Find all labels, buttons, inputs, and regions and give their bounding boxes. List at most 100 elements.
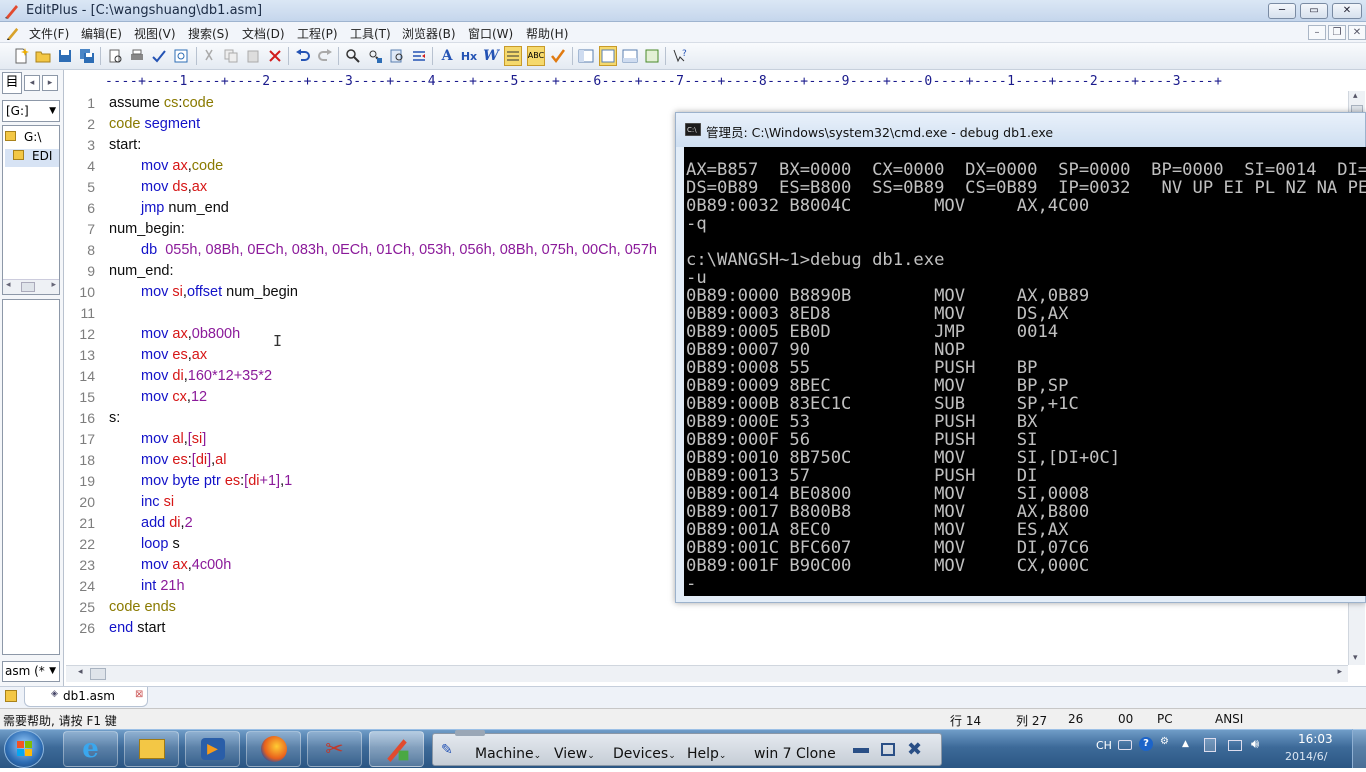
check-icon[interactable] — [549, 46, 567, 66]
menu-view[interactable]: 视图(V) — [131, 24, 179, 43]
code-token: start — [137, 620, 166, 636]
mdi-close-button[interactable]: ✕ — [1348, 25, 1366, 40]
save-all-icon[interactable] — [78, 46, 96, 66]
line-numbers-icon[interactable] — [504, 46, 522, 66]
tab-db1-asm[interactable]: ◈ db1.asm ⊠ — [24, 687, 148, 707]
copy-icon[interactable] — [222, 46, 240, 66]
menu-search[interactable]: 搜索(S) — [185, 24, 232, 43]
code-token: num_begin — [226, 284, 298, 300]
tree-hscrollbar[interactable]: ◂ ▸ — [3, 279, 59, 294]
language-indicator[interactable]: CH — [1096, 739, 1112, 752]
font-icon[interactable]: A — [438, 46, 456, 66]
print-preview-icon[interactable] — [106, 46, 124, 66]
menu-project[interactable]: 工程(P) — [294, 24, 341, 43]
directory-window-icon[interactable] — [577, 46, 595, 66]
media-player-taskbar-button[interactable]: ▶ — [185, 731, 240, 767]
menu-file[interactable]: 文件(F) — [26, 24, 72, 43]
drive-select[interactable]: [G:] ▼ — [2, 100, 60, 122]
fullscreen-icon[interactable] — [643, 46, 661, 66]
hscroll-thumb[interactable] — [90, 668, 106, 680]
ime-settings-icon[interactable]: ⚙ — [1160, 736, 1169, 747]
help-icon[interactable]: ? — [1139, 737, 1153, 751]
cmd-title-bar[interactable]: C:\ 管理员: C:\Windows\system32\cmd.exe - d… — [676, 113, 1365, 147]
paste-icon[interactable] — [244, 46, 262, 66]
folder-item[interactable]: G:\ — [5, 130, 59, 148]
snipping-tool-taskbar-button[interactable]: ✂ — [307, 731, 362, 767]
file-filter-select[interactable]: asm (* ▼ — [2, 661, 60, 682]
clock-date[interactable]: 2014/6/ — [1285, 750, 1327, 763]
clock-time[interactable]: 16:03 — [1298, 732, 1333, 746]
start-button[interactable] — [4, 730, 44, 768]
context-help-icon[interactable]: ? — [671, 46, 689, 66]
scroll-up-icon[interactable]: ▴ — [1353, 91, 1358, 101]
menu-tools[interactable]: 工具(T) — [347, 24, 394, 43]
vm-restore-icon[interactable] — [881, 743, 895, 756]
cmd-console[interactable]: AX=B857 BX=0000 CX=0000 DX=0000 SP=0000 … — [684, 147, 1366, 596]
delete-icon[interactable] — [266, 46, 284, 66]
folder-item[interactable]: EDI — [5, 149, 59, 167]
menu-window[interactable]: 窗口(W) — [465, 24, 516, 43]
code-token: di — [172, 368, 184, 384]
console-line: -q — [686, 214, 707, 234]
keyboard-icon[interactable] — [1118, 740, 1132, 750]
firefox-taskbar-button[interactable] — [246, 731, 301, 767]
tab-left-arrow[interactable]: ◂ — [24, 75, 40, 91]
device-icon[interactable] — [1204, 738, 1216, 752]
cmd-window[interactable]: C:\ 管理员: C:\Windows\system32\cmd.exe - d… — [675, 112, 1366, 603]
code-token: assume — [109, 95, 164, 111]
vm-menu-devices[interactable]: Devices⌄ — [613, 746, 676, 762]
open-file-icon[interactable] — [34, 46, 52, 66]
tab-right-arrow[interactable]: ▸ — [42, 75, 58, 91]
mdi-minimize-button[interactable]: – — [1308, 25, 1326, 40]
find-icon[interactable] — [344, 46, 362, 66]
pin-icon[interactable]: ✎ — [441, 742, 453, 758]
menu-document[interactable]: 文档(D) — [239, 24, 288, 43]
minimize-button[interactable]: ─ — [1268, 3, 1296, 19]
vm-minimize-icon[interactable] — [853, 748, 869, 753]
spellcheck-icon[interactable] — [150, 46, 168, 66]
vm-menu-machine[interactable]: Machine⌄ — [475, 746, 541, 762]
volume-icon[interactable]: 🔊︎ — [1251, 737, 1259, 752]
replace-icon[interactable] — [366, 46, 384, 66]
close-button[interactable]: ✕ — [1332, 3, 1362, 19]
directory-tab[interactable]: 目 — [2, 72, 22, 94]
vm-menu-help[interactable]: Help⌄ — [687, 746, 726, 762]
network-icon[interactable] — [1228, 740, 1242, 751]
ruler-toggle-icon[interactable]: ABC — [527, 46, 545, 66]
output-window-icon[interactable] — [621, 46, 639, 66]
cliptext-window-icon[interactable] — [599, 46, 617, 66]
cut-icon[interactable] — [200, 46, 218, 66]
find-in-files-icon[interactable] — [388, 46, 406, 66]
goto-line-icon[interactable] — [410, 46, 428, 66]
menu-browser[interactable]: 浏览器(B) — [399, 24, 459, 43]
maximize-button[interactable]: ▭ — [1300, 3, 1328, 19]
print-icon[interactable] — [128, 46, 146, 66]
redo-icon[interactable] — [316, 46, 334, 66]
ie-taskbar-button[interactable]: e — [63, 731, 118, 767]
scroll-left-icon[interactable]: ◂ — [78, 667, 83, 677]
show-desktop-button[interactable] — [1352, 729, 1366, 768]
vm-menu-view[interactable]: View⌄ — [554, 746, 595, 762]
scroll-down-icon[interactable]: ▾ — [1353, 653, 1358, 663]
word-wrap-icon[interactable]: W — [482, 46, 500, 66]
menu-edit[interactable]: 编辑(E) — [78, 24, 125, 43]
browser-icon[interactable] — [172, 46, 190, 66]
tab-close-icon[interactable]: ⊠ — [135, 689, 143, 700]
new-file-icon[interactable] — [12, 46, 30, 66]
scroll-right-icon[interactable]: ▸ — [1337, 667, 1342, 677]
console-line: - — [686, 574, 697, 594]
editplus-taskbar-button[interactable] — [369, 731, 424, 767]
line-number: 1 — [87, 95, 95, 111]
menu-help[interactable]: 帮助(H) — [523, 24, 571, 43]
mdi-restore-button[interactable]: ❐ — [1328, 25, 1346, 40]
save-icon[interactable] — [56, 46, 74, 66]
code-token: ds — [172, 179, 188, 195]
tray-expand-icon[interactable]: ▲ — [1182, 739, 1189, 749]
explorer-taskbar-button[interactable] — [124, 731, 179, 767]
undo-icon[interactable] — [294, 46, 312, 66]
vm-close-icon[interactable]: ✖ — [907, 739, 922, 760]
editor-hscrollbar[interactable]: ◂ ▸ — [66, 665, 1348, 682]
code-token: mov — [141, 284, 173, 300]
file-list[interactable] — [2, 299, 60, 655]
hex-viewer-icon[interactable]: Hx — [460, 46, 478, 66]
